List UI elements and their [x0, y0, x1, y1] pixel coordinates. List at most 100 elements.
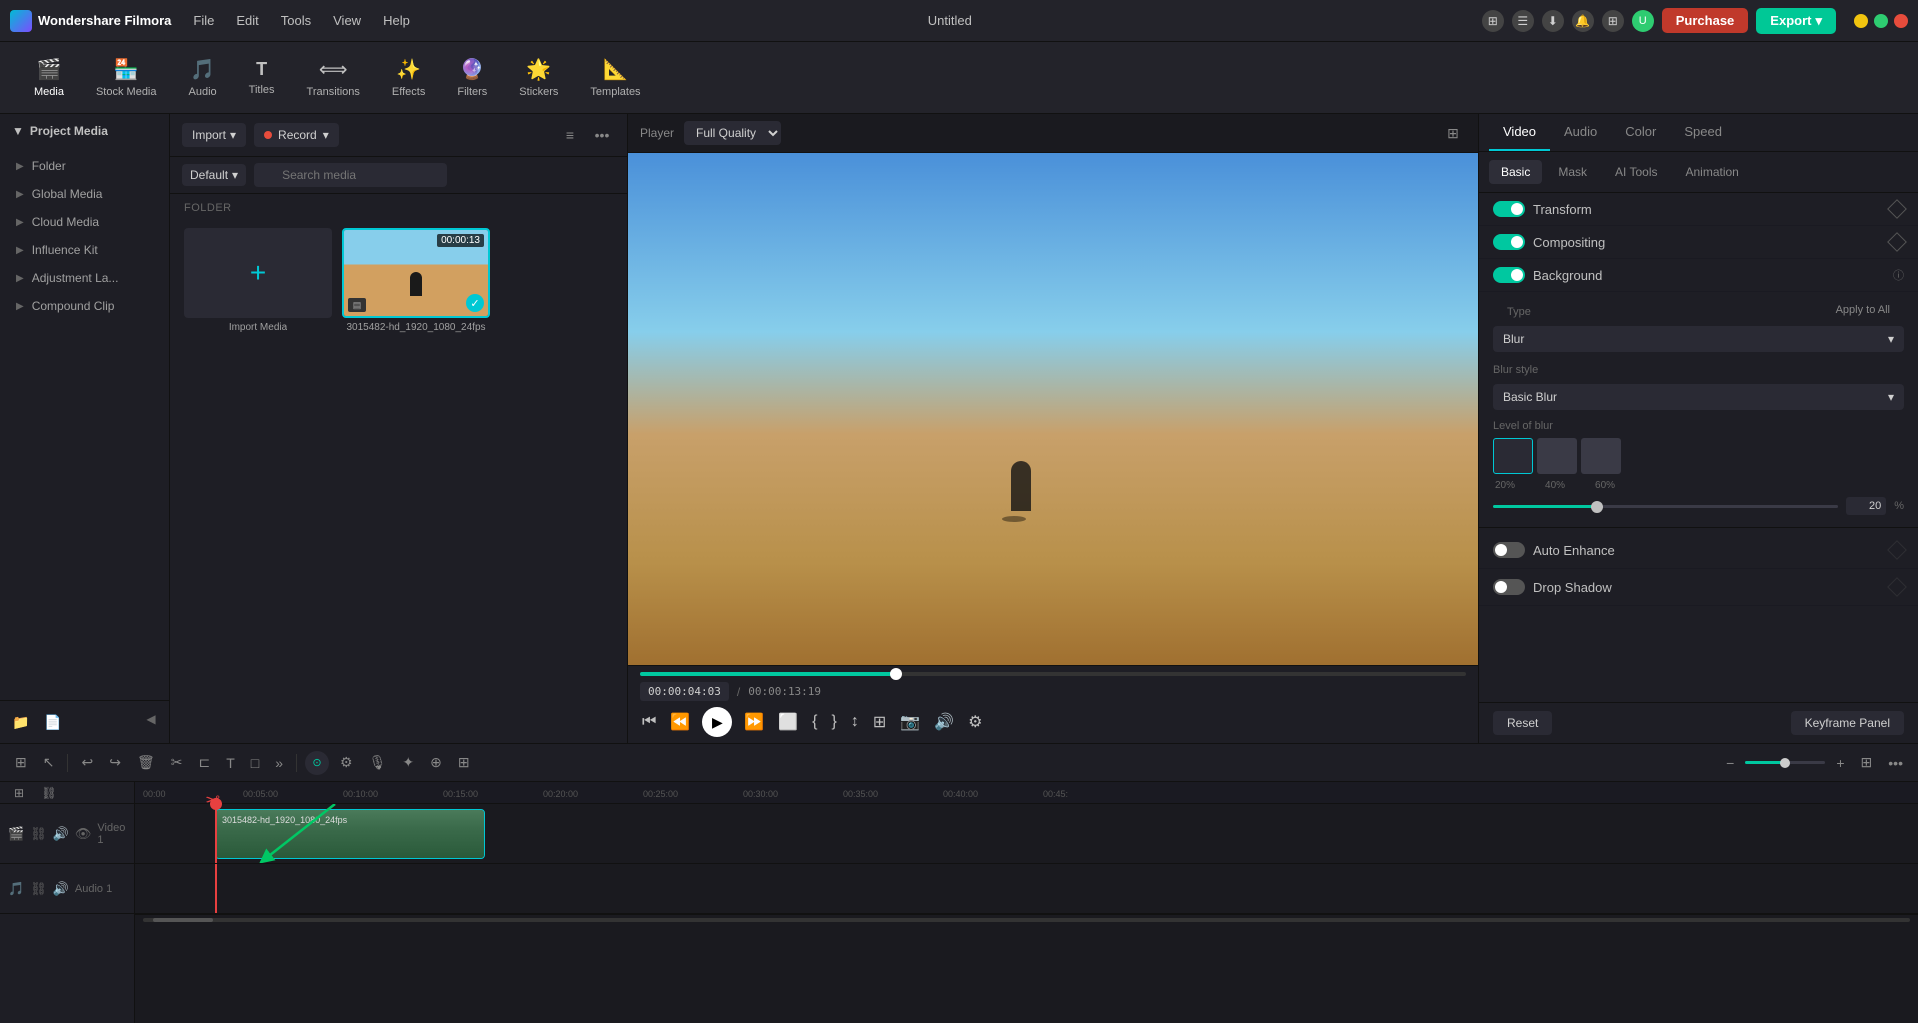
go-start-button[interactable]: ⏮ — [640, 711, 658, 733]
timeline-play-btn[interactable]: ⊙ — [305, 751, 329, 775]
tool-stickers[interactable]: 🌟 Stickers — [505, 51, 572, 104]
transform-toggle[interactable] — [1493, 201, 1525, 217]
add-to-timeline-button[interactable]: ⊞ — [871, 710, 888, 734]
blur-value-input[interactable]: 20 — [1846, 497, 1886, 515]
user-avatar[interactable]: U — [1632, 10, 1654, 32]
timeline-playhead[interactable]: ✂ — [215, 804, 217, 863]
crop-button[interactable]: ⬜ — [776, 710, 800, 734]
tool-transitions[interactable]: ⟺ Transitions — [293, 51, 374, 104]
collapse-panel-button[interactable]: ◀ — [141, 709, 161, 729]
menu-file[interactable]: File — [185, 9, 222, 32]
tab-color[interactable]: Color — [1611, 114, 1670, 151]
search-input[interactable] — [254, 163, 447, 187]
blur-sq-3[interactable] — [1581, 438, 1621, 474]
sidebar-item-global-media[interactable]: ▶ Global Media — [0, 180, 169, 208]
sidebar-item-cloud-media[interactable]: ▶ Cloud Media — [0, 208, 169, 236]
video-track-audio-icon[interactable]: 🔊 — [53, 826, 69, 842]
zoom-slider[interactable] — [1745, 761, 1825, 764]
apply-to-all-button[interactable]: Apply to All — [1822, 300, 1904, 320]
timeline-select-btn[interactable]: ↖ — [38, 751, 60, 774]
timeline-audio-btn[interactable]: 🎙 — [364, 751, 392, 774]
reset-button[interactable]: Reset — [1493, 711, 1552, 735]
zoom-thumb[interactable] — [1780, 758, 1790, 768]
transform-keyframe[interactable] — [1887, 199, 1907, 219]
settings-button[interactable]: ⚙ — [966, 710, 984, 734]
blur-slider[interactable] — [1493, 505, 1838, 508]
tool-templates[interactable]: 📐 Templates — [576, 51, 654, 104]
timeline-crop-btn[interactable]: ⊏ — [193, 751, 215, 774]
timeline-text-btn[interactable]: T — [221, 752, 240, 774]
filter-icon[interactable]: ≡ — [557, 122, 583, 148]
play-button[interactable]: ▶ — [702, 707, 732, 737]
timeline-redo-btn[interactable]: ↪ — [104, 751, 126, 774]
timeline-split-screen-btn[interactable]: ⊕ — [425, 751, 447, 774]
audio-button[interactable]: 🔊 — [932, 710, 956, 734]
tab-video[interactable]: Video — [1489, 114, 1550, 151]
media-clip-item[interactable]: 00:00:13 ▤ ✓ 3015482-hd_1920_1080_24fps — [342, 228, 490, 333]
background-toggle[interactable] — [1493, 267, 1525, 283]
minimize-button[interactable] — [1854, 14, 1868, 28]
scrollbar-track[interactable] — [143, 918, 1910, 922]
add-item-button[interactable]: 📄 — [40, 709, 66, 735]
view-default-select[interactable]: Default ▾ — [182, 164, 246, 186]
type-dropdown[interactable]: Blur ▾ — [1493, 326, 1904, 352]
timeline-ai-btn[interactable]: ✦ — [397, 751, 419, 774]
subtab-basic[interactable]: Basic — [1489, 160, 1542, 184]
maximize-button[interactable] — [1874, 14, 1888, 28]
timeline-zoom-out-btn[interactable]: − — [1721, 752, 1739, 774]
drop-shadow-keyframe[interactable] — [1887, 577, 1907, 597]
blur-sq-1[interactable] — [1493, 438, 1533, 474]
audio-track-mute-icon[interactable]: 🔊 — [53, 881, 69, 897]
import-media-item[interactable]: + Import Media — [184, 228, 332, 333]
window-icon-5[interactable]: ⊞ — [1602, 10, 1624, 32]
tool-stock-media[interactable]: 🏪 Stock Media — [82, 51, 171, 104]
link-track-button[interactable]: ⛓ — [36, 782, 62, 806]
video-clip[interactable]: 3015482-hd_1920_1080_24fps — [215, 809, 485, 859]
subtab-animation[interactable]: Animation — [1673, 160, 1750, 184]
progress-bar[interactable] — [640, 672, 1466, 676]
timeline-zoom-in-btn[interactable]: + — [1831, 752, 1849, 774]
project-media-header[interactable]: ▼ Project Media — [0, 114, 169, 148]
timeline-scrollbar[interactable] — [135, 914, 1918, 924]
tab-audio[interactable]: Audio — [1550, 114, 1611, 151]
purchase-button[interactable]: Purchase — [1662, 8, 1749, 33]
timeline-rect-btn[interactable]: □ — [246, 752, 264, 774]
timeline-split-btn[interactable]: ✂ — [166, 751, 188, 774]
tool-media[interactable]: 🎬 Media — [20, 51, 78, 104]
prev-frame-button[interactable]: ⏪ — [668, 710, 692, 734]
record-button[interactable]: Record ▾ — [254, 123, 339, 147]
subtab-mask[interactable]: Mask — [1546, 160, 1599, 184]
timeline-undo-btn[interactable]: ↩ — [76, 751, 98, 774]
add-folder-button[interactable]: 📁 — [8, 709, 34, 735]
add-track-button[interactable]: ⊞ — [6, 782, 32, 806]
timeline-pip-btn[interactable]: ⊞ — [453, 751, 475, 774]
tool-titles[interactable]: T Titles — [235, 53, 289, 102]
window-icon-1[interactable]: ⊞ — [1482, 10, 1504, 32]
blur-slider-thumb[interactable] — [1591, 501, 1603, 513]
more-options-icon[interactable]: ••• — [589, 122, 615, 148]
video-track-link-icon[interactable]: ⛓ — [30, 826, 47, 842]
sidebar-item-influence-kit[interactable]: ▶ Influence Kit — [0, 236, 169, 264]
extract-button[interactable]: ↕ — [849, 711, 861, 733]
menu-tools[interactable]: Tools — [273, 9, 319, 32]
auto-enhance-toggle[interactable] — [1493, 542, 1525, 558]
mark-in-button[interactable]: { — [810, 711, 819, 733]
preview-expand-icon[interactable]: ⊞ — [1440, 120, 1466, 146]
timeline-options-btn[interactable]: ••• — [1883, 752, 1908, 774]
export-button[interactable]: Export ▾ — [1756, 8, 1836, 34]
menu-edit[interactable]: Edit — [228, 9, 266, 32]
mark-out-button[interactable]: } — [830, 711, 839, 733]
timeline-speed-btn[interactable]: ⚙ — [335, 751, 358, 774]
tool-filters[interactable]: 🔮 Filters — [443, 51, 501, 104]
timeline-more-btn[interactable]: » — [270, 752, 288, 774]
auto-enhance-keyframe[interactable] — [1887, 540, 1907, 560]
snapshot-button[interactable]: 📷 — [898, 710, 922, 734]
audio-track-link-icon[interactable]: ⛓ — [30, 881, 47, 897]
menu-help[interactable]: Help — [375, 9, 418, 32]
blur-style-dropdown[interactable]: Basic Blur ▾ — [1493, 384, 1904, 410]
window-icon-4[interactable]: 🔔 — [1572, 10, 1594, 32]
import-button[interactable]: Import ▾ — [182, 123, 246, 147]
sidebar-item-compound-clip[interactable]: ▶ Compound Clip — [0, 292, 169, 320]
keyframe-panel-button[interactable]: Keyframe Panel — [1791, 711, 1904, 735]
sidebar-item-folder[interactable]: ▶ Folder — [0, 152, 169, 180]
